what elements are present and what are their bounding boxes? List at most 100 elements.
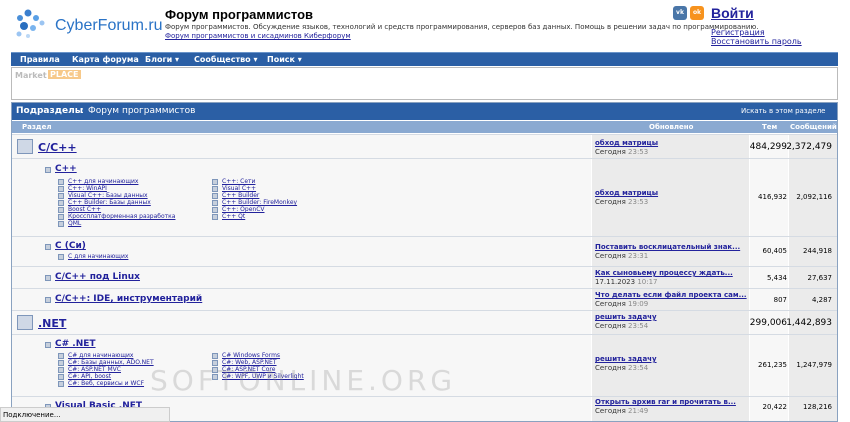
threads-count: 484,299 (749, 142, 787, 152)
watermark: SOFTONLINE.ORG (150, 364, 457, 397)
subforum-link[interactable]: C++: OpenCV (222, 206, 265, 213)
subforum-bullet-icon (58, 179, 64, 185)
posts-count: 128,216 (803, 403, 832, 411)
threads-count: 261,235 (758, 361, 787, 369)
table-row: C (Си) C для начинающих Поставить воскли… (12, 236, 837, 266)
site-subtitle-link[interactable]: Форум программистов и сисадминов Киберфо… (165, 32, 351, 40)
subforum-icon (45, 244, 51, 250)
threads-count: 416,932 (758, 193, 787, 201)
register-link[interactable]: Регистрация (711, 28, 765, 37)
last-post-link[interactable]: обход матрицы (595, 139, 658, 147)
posts-count: 2,372,479 (786, 142, 832, 152)
category-separator: : (81, 106, 85, 116)
last-post-time: 17.11.2023 10:17 (595, 278, 658, 286)
subforum-link[interactable]: C++ Builder (222, 192, 259, 199)
subforum-bullet-icon (58, 353, 64, 359)
forum-title-link[interactable]: C (Си) (55, 241, 86, 251)
nav-blogs[interactable]: Блоги ▾ (145, 55, 179, 64)
subforum-icon (45, 275, 51, 281)
vk-icon[interactable]: vk (673, 6, 687, 20)
table-row: C/C++ под Linux Как сыновьему процессу ж… (12, 266, 837, 288)
posts-count: 2,092,116 (796, 193, 832, 201)
subforum-link[interactable]: C#: ASP.NET MVC (68, 366, 121, 373)
browser-status-bar: Подключение... (0, 407, 170, 422)
forum-title-link[interactable]: C/C++ (38, 141, 77, 154)
last-post-link[interactable]: Как сыновьему процессу ждать... (595, 269, 733, 277)
last-post-time: Сегодня 23:31 (595, 252, 649, 260)
marketplace-label: Market (15, 71, 47, 80)
threads-count: 5,434 (766, 274, 787, 282)
search-in-section-link[interactable]: Искать в этом разделе (741, 107, 825, 115)
last-post-link[interactable]: Что делать если файл проекта сам... (595, 291, 747, 299)
odnoklassniki-icon[interactable]: ok (690, 6, 704, 20)
last-post-link[interactable]: решить задачу (595, 355, 657, 363)
nav-forum-map[interactable]: Карта форума (72, 55, 139, 64)
forum-icon (17, 139, 33, 154)
subforum-link[interactable]: C++ Builder: Базы данных (68, 199, 151, 206)
subforum-icon (45, 167, 51, 173)
subforum-bullet-icon (212, 186, 218, 192)
subforum-link[interactable]: C#: Базы данных, ADO.NET (68, 359, 154, 366)
main-navbar: Правила Карта форума Блоги ▾ Сообщество … (11, 52, 838, 66)
subforum-bullet-icon (58, 374, 64, 380)
restore-password-link[interactable]: Восстановить пароль (711, 37, 802, 46)
subforum-link[interactable]: C++: WinAPI (68, 185, 107, 192)
subforum-bullet-icon (58, 254, 64, 260)
subforum-link[interactable]: C# Windows Forms (222, 352, 280, 359)
subforum-bullet-icon (58, 207, 64, 213)
forum-title-link[interactable]: C/C++: IDE, инструментарий (55, 294, 202, 304)
subforum-bullet-icon (212, 353, 218, 359)
col-section: Раздел (22, 123, 52, 131)
subforum-bullet-icon (212, 200, 218, 206)
table-category-header: Подразделы : Форум программистов Искать … (12, 103, 837, 120)
forum-title-link[interactable]: C# .NET (55, 339, 96, 349)
subforum-link[interactable]: QML (68, 220, 81, 227)
logo-text: CyberForum.ru (55, 17, 163, 34)
last-post-link[interactable]: решить задачу (595, 313, 657, 321)
subforum-icon (45, 297, 51, 303)
table-row: .NET решить задачу Сегодня 23:54 299,006… (12, 310, 837, 334)
marketplace-banner[interactable]: Market PLACE (11, 67, 838, 100)
nav-search[interactable]: Поиск ▾ (267, 55, 302, 64)
subforum-link[interactable]: C++ Builder: FireMonkey (222, 199, 297, 206)
nav-rules[interactable]: Правила (20, 55, 60, 64)
last-post-link[interactable]: обход матрицы (595, 189, 658, 197)
posts-count: 4,287 (811, 296, 832, 304)
nav-community[interactable]: Сообщество ▾ (194, 55, 257, 64)
subforum-link[interactable]: Visual C++ (222, 185, 256, 192)
table-column-headers: Раздел Обновлено Тем Сообщений (12, 121, 837, 133)
subforum-link[interactable]: C# для начинающих (68, 352, 133, 359)
subforum-link[interactable]: C для начинающих (68, 253, 128, 260)
posts-count: 27,637 (807, 274, 833, 282)
subforum-link[interactable]: C++ Qt (222, 213, 245, 220)
subforum-link[interactable]: Visual C++: Базы данных (68, 192, 148, 199)
subforum-link[interactable]: C#: Веб, сервисы и WCF (68, 380, 144, 387)
site-logo[interactable]: CyberForum.ru (14, 8, 163, 42)
col-threads: Тем (762, 123, 778, 131)
subforum-link[interactable]: C#: API, boost (68, 373, 111, 380)
marketplace-badge: PLACE (48, 70, 81, 79)
threads-count: 807 (773, 296, 787, 304)
subforum-link[interactable]: Кроссплатформенная разработка (68, 213, 175, 220)
subforum-link[interactable]: C++: Сети (222, 178, 255, 185)
subforum-link[interactable]: Boost C++ (68, 206, 101, 213)
forum-title-link[interactable]: .NET (38, 317, 66, 330)
posts-count: 1,247,979 (796, 361, 832, 369)
table-row: C/C++ обход матрицы Сегодня 23:53 484,29… (12, 134, 837, 158)
site-description: Форум программистов. Обсуждение языков, … (165, 23, 759, 31)
subforum-bullet-icon (58, 360, 64, 366)
last-post-link[interactable]: Поставить восклицательный знак... (595, 243, 740, 251)
last-post-link[interactable]: Открыть архив rar и прочитать в... (595, 398, 736, 406)
subforum-bullet-icon (58, 367, 64, 373)
subforum-bullet-icon (58, 221, 64, 227)
subforum-bullet-icon (212, 179, 218, 185)
forum-title-link[interactable]: C/C++ под Linux (55, 272, 140, 282)
page-title: Форум программистов (165, 7, 313, 22)
subforum-link[interactable]: C++ для начинающих (68, 178, 138, 185)
site-header: CyberForum.ru Форум программистов Форум … (0, 0, 850, 50)
last-post-time: Сегодня 23:53 (595, 198, 649, 206)
subforum-bullet-icon (58, 200, 64, 206)
forum-title-link[interactable]: C++ (55, 164, 77, 174)
logo-dots-icon (16, 9, 45, 38)
login-link[interactable]: Войти (711, 5, 754, 21)
